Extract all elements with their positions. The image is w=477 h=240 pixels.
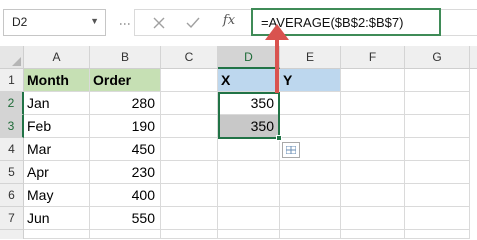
- check-icon: [186, 17, 200, 29]
- cell-d7[interactable]: [218, 207, 280, 230]
- cell-c1[interactable]: [161, 69, 218, 92]
- cell-a2[interactable]: Jan: [24, 92, 90, 115]
- fill-handle[interactable]: [276, 135, 282, 141]
- row-header-4[interactable]: 4: [0, 138, 24, 161]
- cell-a8[interactable]: [24, 230, 90, 239]
- cell-b1[interactable]: Order: [90, 69, 161, 92]
- row-header-1[interactable]: 1: [0, 69, 24, 92]
- arrow-up-icon: [265, 24, 289, 93]
- cell-g8[interactable]: [405, 230, 470, 239]
- cell-b4[interactable]: 450: [90, 138, 161, 161]
- row-header-more: [0, 230, 24, 239]
- cell-b5[interactable]: 230: [90, 161, 161, 184]
- cell-c6[interactable]: [161, 184, 218, 207]
- cell-a5[interactable]: Apr: [24, 161, 90, 184]
- row-header-3[interactable]: 3: [0, 115, 24, 138]
- cell-f3[interactable]: [341, 115, 405, 138]
- cell-a3[interactable]: Feb: [24, 115, 90, 138]
- drag-handle-icon[interactable]: ⋮: [112, 13, 132, 33]
- cell-c4[interactable]: [161, 138, 218, 161]
- cell-c8[interactable]: [161, 230, 218, 239]
- cell-a7[interactable]: Jun: [24, 207, 90, 230]
- row-header-6[interactable]: 6: [0, 184, 24, 207]
- cancel-button[interactable]: [145, 13, 173, 33]
- cell-f7[interactable]: [341, 207, 405, 230]
- cell-g1[interactable]: [405, 69, 470, 92]
- cell-b6[interactable]: 400: [90, 184, 161, 207]
- row-header-2[interactable]: 2: [0, 92, 24, 115]
- insert-function-button[interactable]: fx: [215, 13, 243, 33]
- cell-f5[interactable]: [341, 161, 405, 184]
- column-header-b[interactable]: B: [90, 46, 161, 69]
- row-header-7[interactable]: 7: [0, 207, 24, 230]
- cell-f1[interactable]: [341, 69, 405, 92]
- enter-button[interactable]: [179, 13, 207, 33]
- cell-f6[interactable]: [341, 184, 405, 207]
- cell-a4[interactable]: Mar: [24, 138, 90, 161]
- corner-triangle-icon: [12, 57, 21, 66]
- cell-e8[interactable]: [280, 230, 341, 239]
- name-box-value: D2: [12, 15, 28, 29]
- cell-d2[interactable]: 350: [218, 92, 280, 115]
- cell-d4[interactable]: [218, 138, 280, 161]
- cell-d3[interactable]: 350: [218, 115, 280, 138]
- x-icon: [153, 17, 165, 29]
- cell-e7[interactable]: [280, 207, 341, 230]
- cell-b8[interactable]: [90, 230, 161, 239]
- cell-g6[interactable]: [405, 184, 470, 207]
- cell-c7[interactable]: [161, 207, 218, 230]
- chevron-down-icon[interactable]: ▼: [90, 16, 99, 26]
- column-header-c[interactable]: C: [161, 46, 218, 69]
- cell-e2[interactable]: [280, 92, 341, 115]
- cell-g7[interactable]: [405, 207, 470, 230]
- cell-c3[interactable]: [161, 115, 218, 138]
- cell-b7[interactable]: 550: [90, 207, 161, 230]
- cell-g4[interactable]: [405, 138, 470, 161]
- quick-analysis-button[interactable]: [282, 142, 300, 158]
- cell-b2[interactable]: 280: [90, 92, 161, 115]
- formula-bar: D2 ▼ ⋮ fx =AVERAGE($B$2:$B$7): [0, 0, 477, 46]
- column-header-more: [470, 46, 477, 69]
- cell-e6[interactable]: [280, 184, 341, 207]
- quick-analysis-icon: [286, 146, 296, 154]
- cell-d8[interactable]: [218, 230, 280, 239]
- formula-buttons: fx: [134, 9, 251, 36]
- cell-e3[interactable]: [280, 115, 341, 138]
- cell-f4[interactable]: [341, 138, 405, 161]
- formula-bar-extension: [441, 9, 477, 36]
- name-box[interactable]: D2 ▼: [3, 9, 106, 36]
- cell-c5[interactable]: [161, 161, 218, 184]
- cell-f8[interactable]: [341, 230, 405, 239]
- cell-g5[interactable]: [405, 161, 470, 184]
- cell-d6[interactable]: [218, 184, 280, 207]
- cell-d5[interactable]: [218, 161, 280, 184]
- select-all-button[interactable]: [0, 46, 24, 69]
- cell-a1[interactable]: Month: [24, 69, 90, 92]
- cell-g2[interactable]: [405, 92, 470, 115]
- cell-a6[interactable]: May: [24, 184, 90, 207]
- column-header-a[interactable]: A: [24, 46, 90, 69]
- row-header-5[interactable]: 5: [0, 161, 24, 184]
- cell-f2[interactable]: [341, 92, 405, 115]
- cell-b3[interactable]: 190: [90, 115, 161, 138]
- spreadsheet-grid: A B C D E F G 1 2 3 4 5 6 7 Month Order …: [0, 46, 477, 239]
- cell-g3[interactable]: [405, 115, 470, 138]
- column-header-g[interactable]: G: [405, 46, 470, 69]
- cell-e5[interactable]: [280, 161, 341, 184]
- column-header-f[interactable]: F: [341, 46, 405, 69]
- cell-c2[interactable]: [161, 92, 218, 115]
